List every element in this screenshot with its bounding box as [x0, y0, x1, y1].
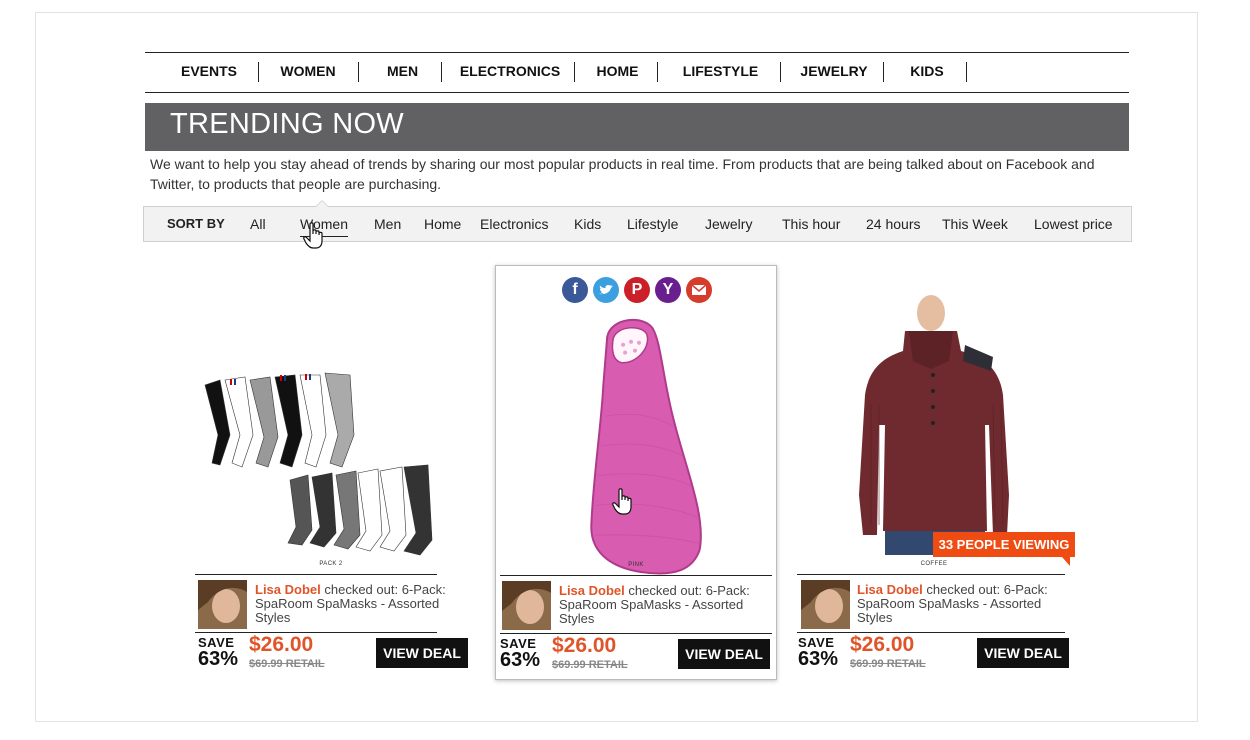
product-card[interactable]: PACK 2 Lisa Dobel checked out: 6-Pack: S… — [190, 265, 472, 680]
nav-divider — [966, 62, 967, 82]
sort-option-lowest-price[interactable]: Lowest price — [1034, 207, 1113, 241]
badge-tail — [1062, 557, 1070, 566]
sort-option-jewelry[interactable]: Jewelry — [705, 207, 752, 241]
nav-divider — [780, 62, 781, 82]
retail-price: $69.99 RETAIL — [249, 658, 325, 670]
divider — [195, 632, 437, 633]
sort-bar: SORT BY All Women Men Home Electronics K… — [143, 206, 1132, 242]
sort-option-electronics[interactable]: Electronics — [480, 207, 548, 241]
page-title: TRENDING NOW — [170, 108, 404, 140]
activity-text: Lisa Dobel checked out: 6-Pack: SpaRoom … — [255, 583, 460, 625]
sort-option-this-week[interactable]: This Week — [942, 207, 1008, 241]
trending-banner: TRENDING NOW — [145, 103, 1129, 151]
top-nav: EVENTS WOMEN MEN ELECTRONICS HOME LIFEST… — [145, 52, 1129, 93]
sort-option-this-hour[interactable]: This hour — [782, 207, 840, 241]
product-caption: COFFEE — [920, 561, 948, 567]
nav-divider — [358, 62, 359, 82]
nav-divider — [883, 62, 884, 82]
sort-label: SORT BY — [167, 216, 225, 231]
sort-caret-inner — [316, 201, 328, 207]
save-badge: SAVE 63% — [198, 636, 238, 669]
nav-electronics[interactable]: ELECTRONICS — [453, 53, 567, 92]
nav-men[interactable]: MEN — [370, 53, 435, 92]
hand-cursor-icon — [612, 488, 632, 515]
divider — [195, 574, 437, 575]
view-deal-button[interactable]: VIEW DEAL — [977, 638, 1069, 668]
product-caption: PACK 2 — [319, 561, 343, 567]
avatar — [502, 581, 551, 630]
divider — [797, 632, 1065, 633]
pink-clog-product-image[interactable] — [496, 296, 776, 586]
view-deal-button[interactable]: VIEW DEAL — [376, 638, 468, 668]
people-viewing-badge: 33 PEOPLE VIEWING — [933, 532, 1075, 557]
product-card[interactable]: COFFEE Lisa Dobel checked out: 6-Pack: S… — [793, 265, 1075, 680]
sort-option-home[interactable]: Home — [424, 207, 461, 241]
save-percent: 63% — [500, 649, 541, 671]
sort-option-lifestyle[interactable]: Lifestyle — [627, 207, 678, 241]
avatar — [198, 580, 247, 629]
retail-price: $69.99 RETAIL — [552, 659, 628, 671]
socks-product-image[interactable] — [190, 295, 472, 585]
sort-option-24-hours[interactable]: 24 hours — [866, 207, 920, 241]
hand-cursor-icon — [303, 222, 323, 249]
save-percent: 63% — [798, 648, 839, 670]
sort-option-men[interactable]: Men — [374, 207, 401, 241]
sale-price: $26.00 — [850, 633, 915, 656]
nav-divider — [657, 62, 658, 82]
nav-women[interactable]: WOMEN — [268, 53, 348, 92]
divider — [797, 574, 1065, 575]
intro-text: We want to help you stay ahead of trends… — [150, 156, 1095, 192]
sort-option-all[interactable]: All — [250, 207, 266, 241]
divider — [500, 575, 772, 576]
nav-events[interactable]: EVENTS — [170, 53, 248, 92]
nav-divider — [574, 62, 575, 82]
sale-price: $26.00 — [249, 633, 314, 656]
divider — [500, 633, 772, 634]
activity-user-link[interactable]: Lisa Dobel — [857, 582, 923, 597]
avatar — [801, 580, 850, 629]
activity-text: Lisa Dobel checked out: 6-Pack: SpaRoom … — [857, 583, 1062, 625]
product-card-featured[interactable]: f P Y PINK Lisa Dobel checked out: 6-Pac… — [495, 265, 777, 680]
activity-text: Lisa Dobel checked out: 6-Pack: SpaRoom … — [559, 584, 764, 626]
sort-option-kids[interactable]: Kids — [574, 207, 601, 241]
nav-divider — [441, 62, 442, 82]
activity-user-link[interactable]: Lisa Dobel — [559, 583, 625, 598]
product-caption: PINK — [628, 562, 644, 568]
sale-price: $26.00 — [552, 634, 617, 657]
activity-user-link[interactable]: Lisa Dobel — [255, 582, 321, 597]
nav-lifestyle[interactable]: LIFESTYLE — [673, 53, 768, 92]
nav-jewelry[interactable]: JEWELRY — [793, 53, 875, 92]
nav-home[interactable]: HOME — [585, 53, 650, 92]
save-percent: 63% — [198, 648, 239, 670]
save-badge: SAVE 63% — [798, 636, 838, 669]
save-badge: SAVE 63% — [500, 637, 540, 670]
view-deal-button[interactable]: VIEW DEAL — [678, 639, 770, 669]
retail-price: $69.99 RETAIL — [850, 658, 926, 670]
nav-kids[interactable]: KIDS — [897, 53, 957, 92]
nav-divider — [258, 62, 259, 82]
